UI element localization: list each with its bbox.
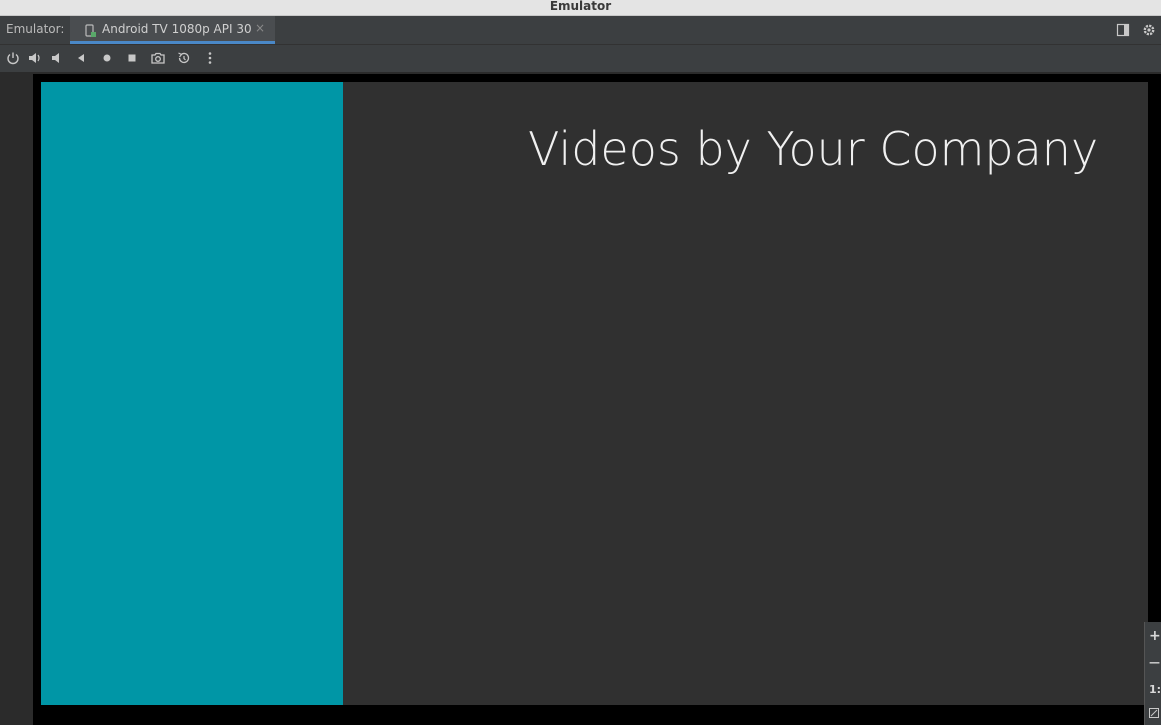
close-icon[interactable]: ×	[255, 21, 265, 35]
tab-android-tv[interactable]: Android TV 1080p API 30 ×	[70, 16, 275, 44]
back-icon[interactable]	[73, 50, 89, 66]
zoom-out-button[interactable]: —	[1149, 656, 1160, 669]
zoom-in-button[interactable]: +	[1149, 628, 1161, 644]
tool-window-label: Emulator:	[6, 22, 65, 36]
window-titlebar: Emulator	[0, 0, 1161, 16]
emulator-toolbar	[0, 45, 1161, 71]
zoom-panel: + — 1:1	[1144, 622, 1161, 725]
actual-size-button[interactable]: 1:1	[1149, 683, 1161, 696]
device-screen[interactable]: Videos by Your Company	[41, 82, 1148, 705]
volume-up-icon[interactable]	[27, 50, 43, 66]
tab-active-indicator	[70, 41, 275, 44]
layout-icon[interactable]	[1116, 22, 1130, 37]
browse-headers-panel[interactable]	[41, 82, 343, 705]
volume-down-icon[interactable]	[49, 50, 65, 66]
device-frame: Videos by Your Company	[33, 74, 1161, 725]
screen-title: Videos by Your Company	[528, 122, 1099, 176]
tool-window-tabbar: Emulator: Android TV 1080p API 30 ×	[0, 16, 1161, 45]
overview-icon[interactable]	[124, 50, 140, 66]
device-icon	[85, 23, 97, 37]
gear-icon[interactable]	[1142, 22, 1156, 36]
fit-screen-icon[interactable]	[1149, 708, 1159, 721]
more-icon[interactable]	[202, 50, 218, 66]
snapshot-icon[interactable]	[176, 50, 192, 66]
emulator-stage: Videos by Your Company	[0, 72, 1161, 725]
power-icon[interactable]	[5, 50, 21, 66]
window-title: Emulator	[549, 0, 612, 13]
home-icon[interactable]	[99, 50, 115, 66]
camera-icon[interactable]	[150, 50, 166, 66]
tab-label: Android TV 1080p API 30	[102, 22, 252, 36]
